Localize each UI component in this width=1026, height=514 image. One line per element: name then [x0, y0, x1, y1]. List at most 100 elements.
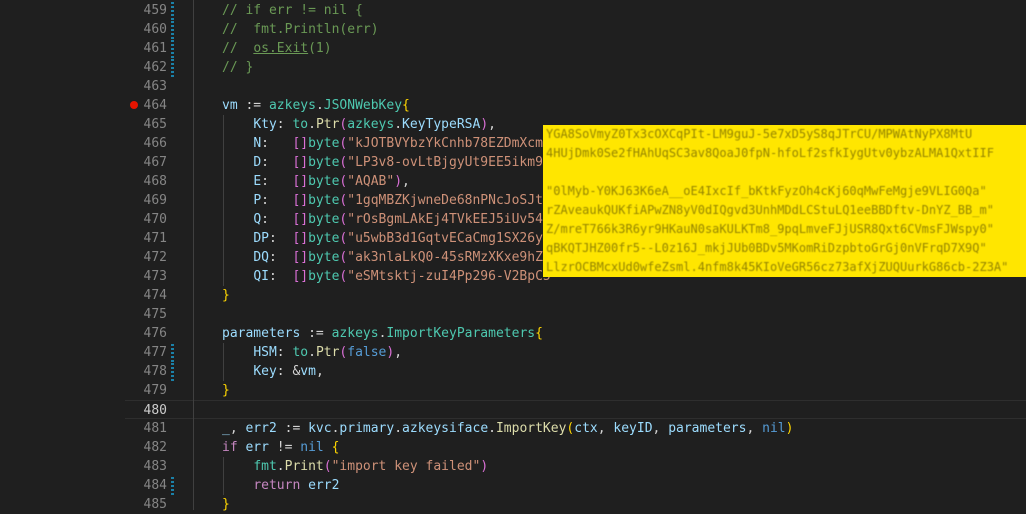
code-token: ImportKeyParameters [386, 326, 536, 341]
line-number: 484 [143, 478, 167, 493]
code-token: E [253, 174, 262, 189]
code-line[interactable]: 477 HSM: to.Ptr(false), [125, 343, 1026, 362]
code-line[interactable]: 484 return err2 [125, 476, 1026, 495]
code-token: : [261, 174, 293, 189]
code-token: . [394, 117, 403, 132]
code-line[interactable]: 460 // fmt.Println(err) [125, 20, 1026, 39]
code-token: [] [292, 155, 309, 170]
code-token: if [222, 440, 238, 455]
line-number: 479 [143, 383, 167, 398]
code-token: byte [308, 174, 340, 189]
code-token: , [597, 421, 614, 436]
code-text[interactable]: } [222, 381, 1026, 400]
git-modified-marker[interactable] [171, 39, 174, 58]
code-line[interactable]: 485} [125, 495, 1026, 514]
code-token: "u5wbB3d1GqtvECaCmg1SX26yK [347, 231, 551, 246]
code-token: : [276, 345, 293, 360]
line-number: 481 [143, 421, 167, 436]
code-line[interactable]: 461 // os.Exit(1) [125, 39, 1026, 58]
code-token: "eSMtsktj-zuI4Pp296-V2BpC5 [347, 269, 551, 284]
redacted-text: Z/mreT766k3R6yr9HKauN0saKULKTm8_9pqLmveF… [546, 222, 994, 236]
git-modified-marker[interactable] [171, 362, 174, 381]
code-token: , [315, 364, 324, 379]
code-line[interactable]: 474} [125, 286, 1026, 305]
code-token: parameters [222, 326, 301, 341]
code-line[interactable]: 462 // } [125, 58, 1026, 77]
code-token: "kJOTBVYbzYkCnhb78EZDmXcmH [347, 136, 551, 151]
line-number: 462 [143, 60, 167, 75]
code-token: : & [276, 364, 301, 379]
line-number: 463 [143, 79, 167, 94]
code-text[interactable]: vm := azkeys.JSONWebKey{ [222, 96, 1026, 115]
line-number: 459 [143, 3, 167, 18]
line-number: 461 [143, 41, 167, 56]
code-line[interactable]: 476 parameters := azkeys.ImportKeyParamet… [125, 324, 1026, 343]
code-text[interactable]: _, err2 := kvc.primary.azkeysiface.Impor… [222, 419, 1026, 438]
code-line[interactable]: 481 _, err2 := kvc.primary.azkeysiface.Im… [125, 419, 1026, 438]
code-token: KeyTypeRSA [402, 117, 481, 132]
code-text[interactable]: fmt.Print("import key failed") [222, 457, 1026, 476]
code-line[interactable]: 482 if err != nil { [125, 438, 1026, 457]
code-token: err2 [308, 478, 340, 493]
git-modified-marker[interactable] [171, 343, 174, 362]
code-token: "AQAB" [347, 174, 395, 189]
code-line[interactable]: 459 // if err != nil { [125, 1, 1026, 20]
code-token: , [746, 421, 763, 436]
code-token: "ak3nlaLkQ0-45sRMzXKxe9hZq [347, 250, 551, 265]
code-line[interactable]: 475 [125, 305, 1026, 324]
code-text[interactable]: if err != nil { [222, 438, 1026, 457]
code-line[interactable]: 483 fmt.Print("import key failed") [125, 457, 1026, 476]
code-token: (1) [308, 41, 332, 56]
code-token: { [535, 326, 543, 341]
git-modified-marker[interactable] [171, 476, 174, 495]
line-number: 475 [143, 307, 167, 322]
code-token: } [222, 383, 230, 398]
code-token: azkeys [331, 326, 379, 341]
code-token: DP [253, 231, 269, 246]
code-token: , [402, 174, 410, 189]
code-text[interactable]: Key: &vm, [222, 362, 1026, 381]
code-text[interactable]: // fmt.Println(err) [222, 20, 1026, 39]
code-text[interactable]: // } [222, 58, 1026, 77]
code-token: azkeys [268, 98, 316, 113]
line-number: 477 [143, 345, 167, 360]
code-text[interactable]: // os.Exit(1) [222, 39, 1026, 58]
line-number: 482 [143, 440, 167, 455]
git-modified-marker[interactable] [171, 58, 174, 77]
code-line[interactable]: 463 [125, 77, 1026, 96]
line-number: 476 [143, 326, 167, 341]
code-text[interactable]: // if err != nil { [222, 1, 1026, 20]
code-token: . [276, 459, 285, 474]
code-line[interactable]: 478 Key: &vm, [125, 362, 1026, 381]
code-text[interactable]: } [222, 495, 1026, 514]
code-token: ) [394, 174, 403, 189]
code-token: azkeys [347, 117, 395, 132]
code-token: P [253, 193, 262, 208]
code-line[interactable]: 479} [125, 381, 1026, 400]
code-token: := [300, 326, 332, 341]
git-modified-marker[interactable] [171, 1, 174, 20]
code-line[interactable]: 464 vm := azkeys.JSONWebKey{ [125, 96, 1026, 115]
git-modified-marker[interactable] [171, 20, 174, 39]
code-text[interactable]: parameters := azkeys.ImportKeyParameters… [222, 324, 1026, 343]
code-token: [] [292, 250, 309, 265]
code-token: := [276, 421, 309, 436]
code-text[interactable]: HSM: to.Ptr(false), [222, 343, 1026, 362]
code-token: Kty [253, 117, 277, 132]
code-text[interactable]: return err2 [222, 476, 1026, 495]
code-line[interactable]: 480 [125, 400, 1026, 419]
code-token: Ptr [315, 117, 340, 132]
code-text[interactable]: } [222, 286, 1026, 305]
line-number: 467 [143, 155, 167, 170]
code-token: [] [292, 136, 309, 151]
code-token: byte [308, 212, 340, 227]
code-token: ) [480, 117, 489, 132]
code-token: } [222, 288, 230, 303]
code-token: byte [308, 136, 340, 151]
redaction-highlight: YGA8SoVmyZ0Tx3cOXCqPIt-LM9guJ-5e7xD5yS8q… [543, 125, 1026, 277]
